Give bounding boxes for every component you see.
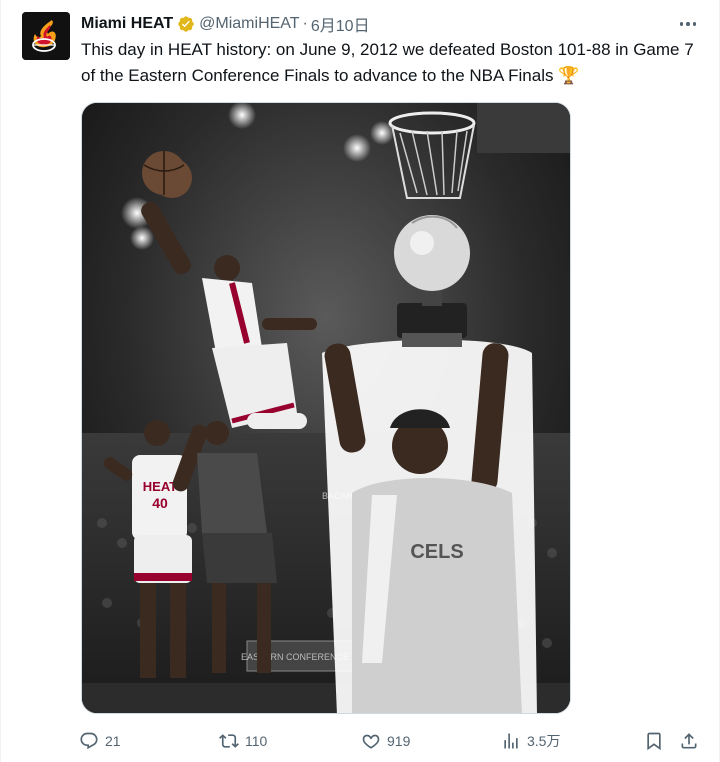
tweet-text: This day in HEAT history: on June 9, 201… (81, 37, 696, 89)
avatar[interactable] (22, 12, 70, 60)
bookmark-button[interactable] (644, 726, 670, 756)
share-icon (681, 733, 697, 749)
display-name[interactable]: Miami HEAT (81, 15, 173, 33)
jersey-team-text: HEAT (143, 479, 177, 494)
tweet: Miami HEAT @MiamiHEAT · 6月10日 This day i… (0, 0, 720, 762)
separator-dot: · (302, 15, 308, 32)
heart-icon (362, 734, 380, 749)
reply-button[interactable]: 21 (79, 726, 121, 756)
tweet-body: This day in HEAT history: on June 9, 201… (81, 40, 694, 85)
heat-logo-icon (22, 12, 70, 60)
views-chart-icon (504, 733, 518, 749)
repost-button[interactable]: 110 (219, 726, 267, 756)
tweet-media-photo[interactable]: EASTERN CONFERENCE FINALS BACARDI HEAT 4… (81, 102, 571, 714)
repost-icon (219, 734, 239, 748)
views-button[interactable]: 3.5万 (501, 726, 560, 756)
shirt-text: CELS (410, 541, 463, 563)
trophy-emoji: 🏆 (558, 66, 580, 85)
jersey-number-text: 40 (152, 495, 168, 511)
tweet-header: Miami HEAT @MiamiHEAT · 6月10日 (81, 13, 370, 35)
tweet-actions: 21 110 919 3.5万 (79, 726, 707, 756)
tweet-date[interactable]: 6月10日 (311, 12, 370, 36)
reply-count: 21 (105, 733, 121, 749)
share-button[interactable] (679, 726, 705, 756)
reply-icon (80, 732, 98, 750)
like-button[interactable]: 919 (361, 726, 410, 756)
verified-badge-icon (177, 15, 195, 33)
more-options-icon[interactable] (677, 14, 699, 34)
bookmark-icon (647, 732, 661, 751)
like-count: 919 (387, 733, 411, 749)
author-handle[interactable]: @MiamiHEAT (199, 15, 299, 33)
views-count: 3.5万 (527, 733, 561, 749)
repost-count: 110 (245, 733, 268, 749)
